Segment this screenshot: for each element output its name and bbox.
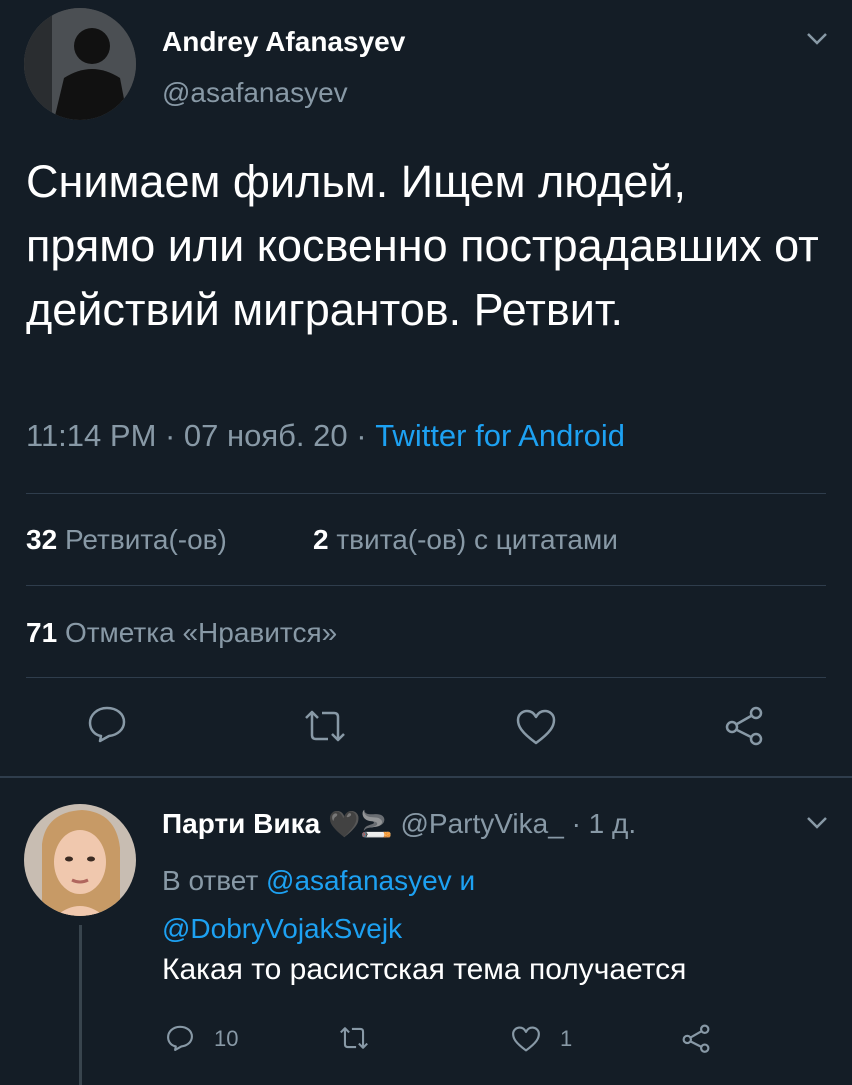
quotes-stat[interactable]: 2 твита(-ов) с цитатами	[313, 524, 618, 556]
mention-conjunction: и	[459, 865, 476, 896]
reply-author-name[interactable]: Парти Вика	[162, 808, 320, 839]
likes-count: 71	[26, 617, 58, 648]
reply-count: 10	[214, 1026, 239, 1051]
quotes-label: твита(-ов) с цитатами	[336, 524, 618, 555]
heart-icon[interactable]	[515, 708, 557, 746]
chevron-down-icon[interactable]	[806, 32, 828, 46]
section-separator	[0, 776, 852, 778]
reply-author-avatar[interactable]	[24, 804, 136, 916]
divider	[26, 493, 826, 494]
likes-label: Отметка «Нравится»	[64, 617, 338, 648]
reply-prefix: В ответ	[162, 865, 259, 896]
tweet-text: Снимаем фильм. Ищем людей, прямо или кос…	[26, 156, 819, 335]
reply-icon[interactable]	[87, 705, 127, 743]
chevron-down-icon[interactable]	[806, 816, 828, 830]
author-handle[interactable]: @asafanasyev	[162, 77, 348, 109]
share-icon[interactable]	[680, 1022, 712, 1054]
reply-text: Какая то расистская тема получается	[162, 953, 687, 986]
retweets-label: Ретвита(-ов)	[64, 524, 227, 555]
mention-link[interactable]: @DobryVojakSvejk	[162, 913, 402, 944]
quotes-count: 2	[313, 524, 329, 555]
share-icon[interactable]	[722, 703, 766, 747]
reply-time: · 1 д.	[571, 808, 637, 839]
retweet-icon[interactable]	[302, 709, 348, 743]
reply-header: Парти Вика 🖤🚬 @PartyVika_ · 1 д.	[162, 808, 636, 840]
reply-emoji: 🖤🚬	[327, 809, 393, 839]
author-name[interactable]: Andrey Afanasyev	[162, 26, 405, 58]
tweet-source[interactable]: Twitter for Android	[375, 418, 625, 453]
thread-line	[79, 925, 82, 1085]
heart-icon[interactable]	[511, 1025, 541, 1053]
author-avatar[interactable]	[24, 8, 136, 120]
like-count: 1	[560, 1026, 573, 1051]
likes-stat[interactable]: 71 Отметка «Нравится»	[26, 617, 337, 649]
divider	[26, 677, 826, 678]
retweet-icon[interactable]	[338, 1026, 370, 1050]
reply-author-handle[interactable]: @PartyVika_	[400, 808, 563, 839]
retweets-stat[interactable]: 32 Ретвита(-ов)	[26, 524, 227, 556]
reply-context: В ответ @asafanasyev и @DobryVojakSvejk	[162, 857, 822, 953]
divider	[26, 585, 826, 586]
tweet-meta: 11:14 PM · 07 нояб. 20 · Twitter for And…	[26, 418, 625, 454]
mention-link[interactable]: @asafanasyev	[266, 865, 452, 896]
reply-icon[interactable]	[166, 1024, 194, 1052]
retweets-count: 32	[26, 524, 58, 555]
tweet-time: 11:14 PM · 07 нояб. 20 ·	[26, 418, 376, 453]
